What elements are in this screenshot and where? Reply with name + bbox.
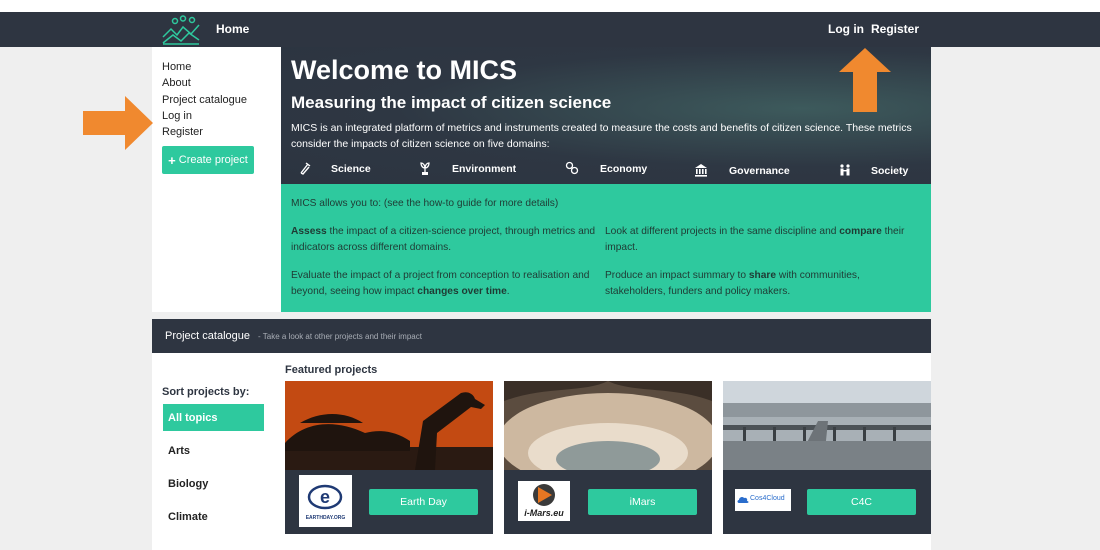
arrow-right-icon [83,96,153,150]
info-compare-bold: compare [839,226,882,237]
navbar: Home Log in Register [0,12,1100,47]
project-image-imars [504,381,712,470]
imars-logo: i-Mars.eu [518,481,570,521]
sidebar-item-project-catalogue[interactable]: Project catalogue [162,94,247,106]
info-assess-bold: Assess [291,226,327,237]
project-button-c4c[interactable]: C4C [807,489,916,515]
info-share-text: Produce an impact summary to [605,270,749,281]
project-card-c4c[interactable]: Cos4Cloud C4C [723,381,931,534]
hero-banner: Welcome to MICS Measuring the impact of … [281,47,931,184]
info-assess-text: the impact of a citizen-science project,… [291,226,596,253]
flask-icon [300,162,311,175]
domain-governance: Governance [729,165,790,177]
arrow-up-icon [839,48,891,112]
sidebar-item-register[interactable]: Register [162,126,203,138]
domain-environment: Environment [452,163,517,175]
svg-text:e: e [320,487,330,507]
project-button-imars[interactable]: iMars [588,489,697,515]
coins-icon [565,161,579,175]
project-button-earth-day[interactable]: Earth Day [369,489,478,515]
domain-science: Science [331,163,371,175]
info-evaluate-end: . [506,286,510,297]
building-icon [695,164,707,177]
topic-filter-climate[interactable]: Climate [163,503,264,530]
imars-logo-text: i-Mars.eu [524,508,564,518]
sidebar-item-home[interactable]: Home [162,61,191,73]
info-assess: Assess the impact of a citizen-science p… [291,224,596,256]
topic-filter-biology[interactable]: Biology [163,470,264,497]
nav-register-link[interactable]: Register [871,22,919,36]
plus-icon: + [168,152,176,168]
earthday-logo-text: EARTHDAY.ORG [305,515,346,521]
info-evaluate-bold: changes over time [417,286,507,297]
catalogue-subtitle: - Take a look at other projects and thei… [258,332,422,341]
create-project-label: Create project [178,154,248,166]
topic-filter-all[interactable]: All topics [163,404,264,431]
domain-society: Society [871,165,909,177]
cos4cloud-logo: Cos4Cloud [735,489,791,511]
cos4cloud-logo-text: Cos4Cloud [750,495,785,502]
info-share-bold: share [748,270,777,281]
hero-description: MICS is an integrated platform of metric… [291,122,912,150]
plant-icon [420,162,430,175]
project-image-c4c [723,381,931,470]
info-evaluate: Evaluate the impact of a project from co… [291,268,601,300]
featured-projects-heading: Featured projects [285,364,378,376]
info-compare-text: Look at different projects in the same d… [605,226,840,237]
sidebar-item-about[interactable]: About [162,77,191,89]
info-compare: Look at different projects in the same d… [605,224,915,256]
nav-login-link[interactable]: Log in [828,22,864,36]
earthday-logo: e EARTHDAY.ORG [299,475,352,527]
people-icon [840,164,850,176]
catalogue-header: Project catalogue - Take a look at other… [152,319,931,353]
nav-home-link[interactable]: Home [216,22,249,36]
sort-projects-label: Sort projects by: [162,386,250,398]
project-image-earth-day [285,381,493,470]
project-card-earth-day[interactable]: e EARTHDAY.ORG Earth Day [285,381,493,534]
domain-economy: Economy [600,163,648,175]
top-strip [0,0,1100,12]
topic-filter-arts[interactable]: Arts [163,437,264,464]
catalogue-title[interactable]: Project catalogue [165,330,250,342]
info-panel: MICS allows you to: (see the how-to guid… [281,184,931,312]
project-card-imars[interactable]: i-Mars.eu iMars [504,381,712,534]
hero-title: Welcome to MICS [291,55,518,85]
info-share: Produce an impact summary to share with … [605,268,915,300]
mics-logo-icon[interactable] [161,15,201,45]
hero-subtitle: Measuring the impact of citizen science [291,93,612,112]
info-intro: MICS allows you to: (see the how-to guid… [291,198,559,209]
sidebar-item-login[interactable]: Log in [162,110,192,122]
create-project-button[interactable]: + Create project [162,146,254,174]
project-catalogue-section: Project catalogue - Take a look at other… [152,319,931,550]
sidebar: Home About Project catalogue Log in Regi… [152,47,281,312]
